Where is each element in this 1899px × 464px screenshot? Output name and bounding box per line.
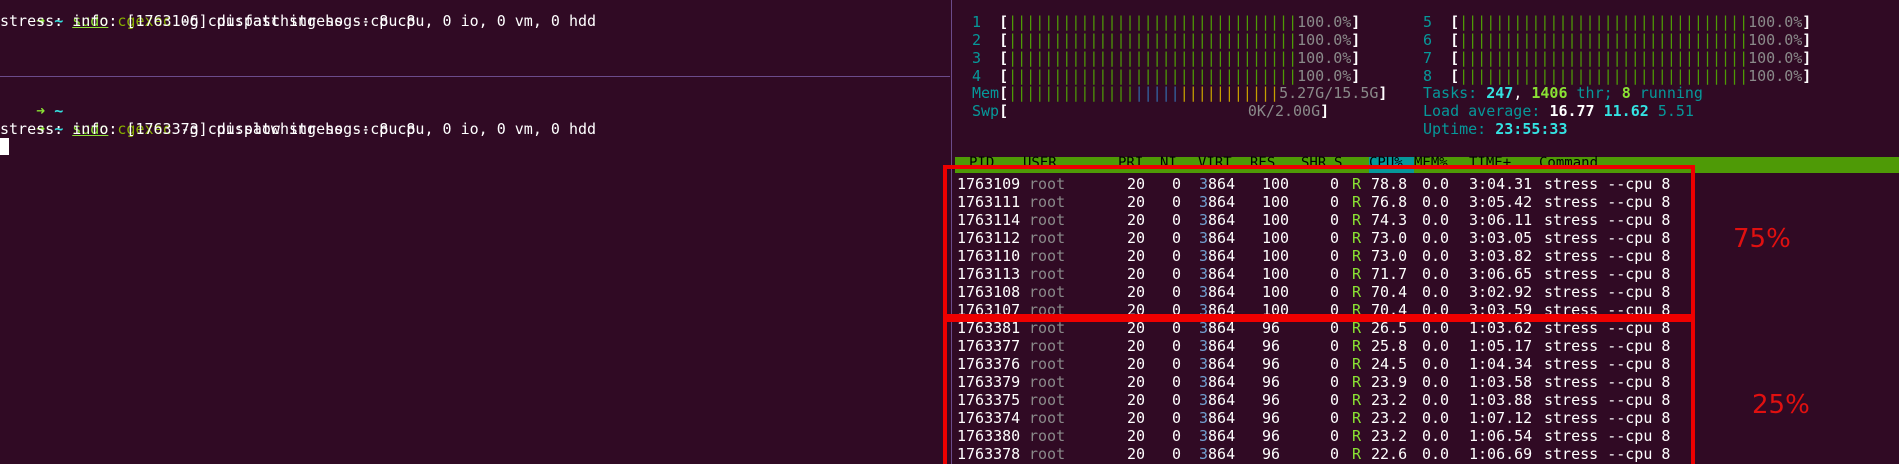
- cpu-percent: 100.0%: [1297, 67, 1352, 85]
- bracket-close: ]: [1351, 49, 1361, 67]
- prompt-line: ➜ ~ sudo cgexec -g cpu:fast stress --cpu…: [0, 0, 415, 30]
- cpu-percent: 100.0%: [1297, 49, 1352, 67]
- bracket-open: [: [1450, 67, 1460, 85]
- bracket-open: [: [1450, 13, 1460, 31]
- cpu-bar: ||||||||||||||||||||||||||||||||: [1459, 31, 1749, 49]
- tasks-running-label: running: [1639, 84, 1703, 102]
- bracket-close: ]: [1351, 67, 1361, 85]
- slow-group-highlight-box: [943, 318, 1695, 464]
- cpu-meter: 8 [||||||||||||||||||||||||||||||||100.0…: [1423, 67, 1811, 85]
- bracket-close: ]: [1802, 67, 1812, 85]
- prompt-line: ➜ ~ sudo cgexec -g cpu:slow stress --cpu…: [0, 102, 415, 138]
- cpu-meter: 2 [||||||||||||||||||||||||||||||||100.0…: [972, 31, 1360, 49]
- bracket-close: ]: [1351, 31, 1361, 49]
- pane-divider-horizontal[interactable]: [0, 76, 950, 77]
- cpu-percent: 100.0%: [1297, 31, 1352, 49]
- cpu-meter: 1 [||||||||||||||||||||||||||||||||100.0…: [972, 13, 1360, 31]
- fast-share-label: 75%: [1733, 224, 1791, 254]
- cpu-bar: ||||||||||||||||||||||||||||||||: [1008, 31, 1298, 49]
- terminal-pane-slow[interactable]: ➜ ~ ➜ ~ sudo cgexec -g cpu:slow stress -…: [0, 78, 950, 464]
- bracket-open: [: [999, 31, 1009, 49]
- cpu-meter: 4 [||||||||||||||||||||||||||||||||100.0…: [972, 67, 1360, 85]
- bracket-close: ]: [1802, 13, 1812, 31]
- cpu-bar: ||||||||||||||||||||||||||||||||: [1459, 49, 1749, 67]
- slow-share-label: 25%: [1752, 390, 1810, 420]
- cpu-id: 3: [972, 49, 982, 67]
- bracket-close: ]: [1351, 13, 1361, 31]
- cpu-bar: ||||||||||||||||||||||||||||||||: [1008, 67, 1298, 85]
- mem-bar-buffers: |||||: [1134, 84, 1180, 102]
- bracket-open: [: [999, 67, 1009, 85]
- uptime-value: 23:55:33: [1495, 120, 1568, 138]
- cpu-meter: 3 [||||||||||||||||||||||||||||||||100.0…: [972, 49, 1360, 67]
- mem-bar-used: ||||||||||||||: [1008, 84, 1135, 102]
- uptime-label: Uptime:: [1423, 120, 1487, 138]
- bracket-open: [: [1450, 49, 1460, 67]
- mem-label: Mem: [972, 84, 1000, 102]
- tasks-count: 247: [1486, 84, 1514, 102]
- cpu-id: 6: [1423, 31, 1433, 49]
- bracket-open: [: [1450, 31, 1460, 49]
- mem-bar-cache: |||||||||||: [1179, 84, 1280, 102]
- stress-output: stress: info: [1763106] dispatching hogs…: [0, 12, 597, 30]
- cpu-bar: ||||||||||||||||||||||||||||||||: [1008, 49, 1298, 67]
- cpu-id: 5: [1423, 13, 1433, 31]
- bracket-open: [: [999, 13, 1009, 31]
- mem-value: 5.27G/15.5G: [1279, 84, 1379, 102]
- cpu-percent: 100.0%: [1748, 49, 1803, 67]
- cpu-id: 1: [972, 13, 982, 31]
- tasks-label: Tasks:: [1423, 84, 1478, 102]
- swp-value: 0K/2.00G: [1247, 102, 1321, 120]
- cpu-id: 7: [1423, 49, 1433, 67]
- tasks-thr-label: thr;: [1576, 84, 1613, 102]
- terminal-pane-fast[interactable]: ➜ ~ sudo cgexec -g cpu:fast stress --cpu…: [0, 0, 950, 76]
- load-15min: 5.51: [1657, 102, 1694, 120]
- uptime-line: Uptime: 23:55:33: [1423, 120, 1568, 138]
- cpu-meter: 6 [||||||||||||||||||||||||||||||||100.0…: [1423, 31, 1811, 49]
- stress-output: stress: info: [1763373] dispatching hogs…: [0, 120, 597, 138]
- terminal-cursor: [0, 138, 9, 155]
- swp-meter: Swp[0K/2.00G]: [972, 102, 1330, 120]
- cpu-percent: 100.0%: [1748, 13, 1803, 31]
- prompt-line: ➜ ~: [0, 84, 63, 120]
- swp-label: Swp: [972, 102, 1000, 120]
- bracket-close: ]: [1802, 49, 1812, 67]
- load-average-line: Load average: 16.77 11.62 5.51: [1423, 102, 1694, 120]
- bracket-close: ]: [1802, 31, 1812, 49]
- cpu-meter: 7 [||||||||||||||||||||||||||||||||100.0…: [1423, 49, 1811, 67]
- cpu-bar: ||||||||||||||||||||||||||||||||: [1459, 13, 1749, 31]
- cpu-id: 8: [1423, 67, 1433, 85]
- mem-meter: Mem[||||||||||||||||||||||||||||||5.27G/…: [972, 84, 1388, 102]
- tasks-running: 8: [1621, 84, 1631, 102]
- load-1min: 16.77: [1549, 102, 1595, 120]
- cpu-meter: 5 [||||||||||||||||||||||||||||||||100.0…: [1423, 13, 1811, 31]
- cpu-percent: 100.0%: [1748, 67, 1803, 85]
- tasks-line: Tasks: 247, 1406 thr; 8 running: [1423, 84, 1703, 102]
- load-label: Load average:: [1423, 102, 1541, 120]
- cpu-id: 4: [972, 67, 982, 85]
- cpu-bar: ||||||||||||||||||||||||||||||||: [1008, 13, 1298, 31]
- load-5min: 11.62: [1603, 102, 1649, 120]
- cpu-percent: 100.0%: [1297, 13, 1352, 31]
- cpu-id: 2: [972, 31, 982, 49]
- cpu-bar: ||||||||||||||||||||||||||||||||: [1459, 67, 1749, 85]
- bracket-open: [: [999, 49, 1009, 67]
- cpu-percent: 100.0%: [1748, 31, 1803, 49]
- fast-group-highlight-box: [943, 165, 1695, 318]
- tasks-threads: 1406: [1531, 84, 1568, 102]
